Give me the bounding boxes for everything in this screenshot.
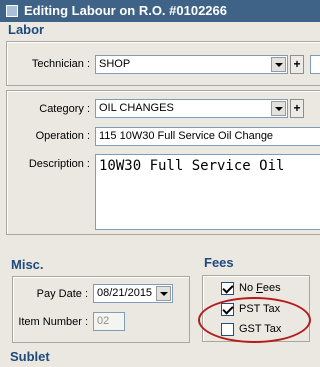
no-fees-checkbox[interactable] bbox=[221, 282, 234, 295]
title-bar: Editing Labour on R.O. #0102266 bbox=[0, 0, 320, 22]
technician-select[interactable]: SHOP bbox=[95, 55, 288, 74]
category-value: OIL CHANGES bbox=[99, 102, 174, 114]
item-number-field: 02 bbox=[93, 312, 125, 331]
add-technician-button[interactable]: + bbox=[290, 55, 304, 74]
technician-extra-field[interactable] bbox=[310, 55, 320, 74]
pay-date-picker[interactable]: 08/21/2015 bbox=[93, 284, 173, 303]
technician-value: SHOP bbox=[99, 58, 131, 70]
highlight-annotation bbox=[198, 297, 311, 343]
add-category-button[interactable]: + bbox=[290, 99, 304, 118]
chevron-down-icon[interactable] bbox=[271, 57, 286, 72]
technician-label: Technician : bbox=[31, 58, 90, 70]
item-number-label: Item Number : bbox=[18, 316, 88, 328]
misc-section-title: Misc. bbox=[11, 257, 44, 272]
pay-date-label: Pay Date : bbox=[36, 288, 88, 300]
sublet-section-title: Sublet bbox=[10, 349, 50, 364]
window-icon bbox=[6, 5, 18, 17]
fees-section-title: Fees bbox=[204, 255, 234, 270]
window-title: Editing Labour on R.O. #0102266 bbox=[24, 3, 227, 18]
no-fees-label: No Fees bbox=[239, 282, 281, 294]
category-select[interactable]: OIL CHANGES bbox=[95, 99, 288, 118]
labor-section-title: Labor bbox=[8, 22, 45, 37]
chevron-down-icon[interactable] bbox=[271, 101, 286, 116]
operation-field[interactable]: 115 10W30 Full Service Oil Change bbox=[95, 127, 320, 146]
description-field[interactable]: 10W30 Full Service Oil bbox=[95, 154, 320, 230]
category-label: Category : bbox=[39, 103, 90, 115]
description-label: Description : bbox=[28, 158, 90, 170]
pay-date-value: 08/21/2015 bbox=[97, 287, 153, 299]
chevron-down-icon[interactable] bbox=[156, 286, 171, 301]
operation-label: Operation : bbox=[35, 130, 90, 142]
